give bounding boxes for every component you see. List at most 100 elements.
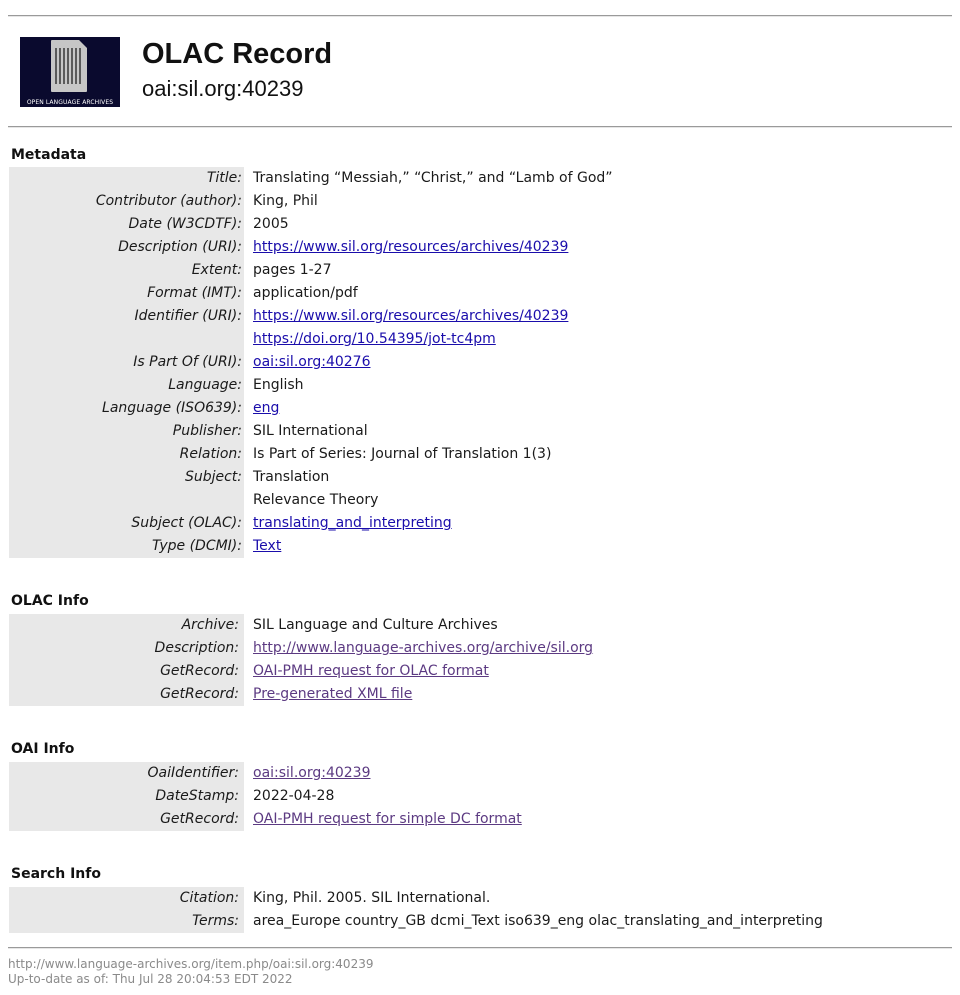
field-value-link[interactable]: eng — [253, 400, 279, 416]
field-label-cell: Archive: — [9, 614, 244, 637]
olac-logo[interactable]: OPEN LANGUAGE ARCHIVES — [20, 37, 120, 107]
field-value: King, Phil — [253, 193, 318, 209]
field-value-line: area_Europe country_GB dcmi_Text iso639_… — [253, 910, 951, 933]
table-row: GetRecord: Pre-generated XML file — [9, 683, 951, 706]
field-value-line: https://doi.org/10.54395/jot-tc4pm — [253, 328, 951, 351]
field-value-cell: SIL Language and Culture Archives — [245, 614, 951, 637]
search-info-table: Citation: King, Phil. 2005. SIL Internati… — [8, 887, 952, 933]
field-label-cell: Citation: — [9, 887, 244, 910]
field-value-cell: King, Phil — [245, 190, 951, 213]
table-row: Description (URI): https://www.sil.org/re… — [9, 236, 951, 259]
table-row: Language: English — [9, 374, 951, 397]
field-value-link[interactable]: https://doi.org/10.54395/jot-tc4pm — [253, 331, 496, 347]
field-value-cell: area_Europe country_GB dcmi_Text iso639_… — [245, 910, 951, 933]
table-row: Date (W3CDTF): 2005 — [9, 213, 951, 236]
field-label: Citation: — [179, 890, 239, 906]
field-value-line: https://www.sil.org/resources/archives/4… — [253, 236, 951, 259]
field-value-line: 2022-04-28 — [253, 785, 951, 808]
footer-updated: Up-to-date as of: Thu Jul 28 20:04:53 ED… — [8, 972, 293, 986]
field-label: DateStamp: — [155, 788, 239, 804]
field-value-link[interactable]: https://www.sil.org/resources/archives/4… — [253, 239, 568, 255]
field-label: Is Part Of (URI): — [133, 354, 242, 370]
field-value-cell: eng — [245, 397, 951, 420]
field-label-cell: Is Part Of (URI): — [9, 351, 244, 374]
field-value-line: Relevance Theory — [253, 489, 951, 512]
field-value: 2022-04-28 — [253, 788, 335, 804]
field-label-cell: Relation: — [9, 443, 244, 466]
field-value-line: eng — [253, 397, 951, 420]
field-value-cell: https://www.sil.org/resources/archives/4… — [245, 305, 951, 351]
field-label-cell: GetRecord: — [9, 808, 244, 831]
field-label-cell: Description: — [9, 637, 244, 660]
field-value-line: Is Part of Series: Journal of Translatio… — [253, 443, 951, 466]
field-label-cell: Title: — [9, 167, 244, 190]
field-label: Language: — [168, 377, 242, 393]
field-value-line: SIL Language and Culture Archives — [253, 614, 951, 637]
field-label: Relation: — [179, 446, 242, 462]
footer-rule — [8, 947, 952, 949]
field-value: Translating “Messiah,” “Christ,” and “La… — [253, 170, 613, 186]
field-label: Date (W3CDTF): — [128, 216, 242, 232]
field-value-cell: application/pdf — [245, 282, 951, 305]
table-row: Publisher: SIL International — [9, 420, 951, 443]
footer: http://www.language-archives.org/item.ph… — [8, 957, 373, 987]
field-label-cell: Language: — [9, 374, 244, 397]
field-label-cell: GetRecord: — [9, 683, 244, 706]
field-value-link[interactable]: translating_and_interpreting — [253, 515, 452, 531]
field-value-link[interactable]: OAI-PMH request for simple DC format — [253, 811, 522, 827]
field-label-cell: Identifier (URI): — [9, 305, 244, 351]
field-value-cell: Is Part of Series: Journal of Translatio… — [245, 443, 951, 466]
field-value-line: English — [253, 374, 951, 397]
field-label: Publisher: — [172, 423, 242, 439]
field-label: Title: — [206, 170, 242, 186]
field-value-link[interactable]: https://www.sil.org/resources/archives/4… — [253, 308, 568, 324]
field-value-link[interactable]: http://www.language-archives.org/archive… — [253, 640, 593, 656]
field-value-line: OAI-PMH request for simple DC format — [253, 808, 951, 831]
field-value-link[interactable]: Text — [253, 538, 281, 554]
field-label: OaiIdentifier: — [147, 765, 240, 781]
metadata-heading: Metadata — [11, 147, 87, 163]
logo-caption: OPEN LANGUAGE ARCHIVES — [26, 99, 114, 106]
field-value-cell: 2005 — [245, 213, 951, 236]
field-label: Contributor (author): — [95, 193, 242, 209]
field-label: GetRecord: — [160, 663, 239, 679]
field-value-cell: translating_and_interpreting — [245, 512, 951, 535]
field-value: King, Phil. 2005. SIL International. — [253, 890, 491, 906]
field-value: English — [253, 377, 304, 393]
field-value-cell: Text — [245, 535, 951, 558]
oai-info-table: OaiIdentifier: oai:sil.org:40239 DateStamp… — [8, 762, 952, 831]
field-value-link[interactable]: oai:sil.org:40276 — [253, 354, 371, 370]
field-value-cell: King, Phil. 2005. SIL International. — [245, 887, 951, 910]
field-label-cell: Subject: — [9, 466, 244, 512]
field-value-cell: https://www.sil.org/resources/archives/4… — [245, 236, 951, 259]
table-row: Identifier (URI): https://www.sil.org/res… — [9, 305, 951, 351]
table-row: Archive: SIL Language and Culture Archive… — [9, 614, 951, 637]
field-label-cell: GetRecord: — [9, 660, 244, 683]
table-row: Language (ISO639): eng — [9, 397, 951, 420]
field-value-line: King, Phil — [253, 190, 951, 213]
table-row: Is Part Of (URI): oai:sil.org:40276 — [9, 351, 951, 374]
field-value-line: Pre-generated XML file — [253, 683, 951, 706]
field-value-line: oai:sil.org:40276 — [253, 351, 951, 374]
table-row: Terms: area_Europe country_GB dcmi_Text i… — [9, 910, 951, 933]
field-value-line: OAI-PMH request for OLAC format — [253, 660, 951, 683]
table-row: Extent: pages 1-27 — [9, 259, 951, 282]
table-row: Contributor (author): King, Phil — [9, 190, 951, 213]
field-value-line: Translating “Messiah,” “Christ,” and “La… — [253, 167, 951, 190]
field-label: GetRecord: — [160, 686, 239, 702]
field-value-line: translating_and_interpreting — [253, 512, 951, 535]
table-row: GetRecord: OAI-PMH request for OLAC forma… — [9, 660, 951, 683]
document-icon — [51, 40, 87, 92]
field-value-link[interactable]: OAI-PMH request for OLAC format — [253, 663, 489, 679]
field-value-line: https://www.sil.org/resources/archives/4… — [253, 305, 951, 328]
field-value-cell: Pre-generated XML file — [245, 683, 951, 706]
field-value: 2005 — [253, 216, 289, 232]
field-label-cell: Language (ISO639): — [9, 397, 244, 420]
field-label: GetRecord: — [160, 811, 239, 827]
field-label-cell: Subject (OLAC): — [9, 512, 244, 535]
field-label: Archive: — [181, 617, 239, 633]
field-value-link[interactable]: Pre-generated XML file — [253, 686, 412, 702]
field-value-link[interactable]: oai:sil.org:40239 — [253, 765, 371, 781]
field-value-cell: Translation Relevance Theory — [245, 466, 951, 512]
field-label: Language (ISO639): — [102, 400, 242, 416]
